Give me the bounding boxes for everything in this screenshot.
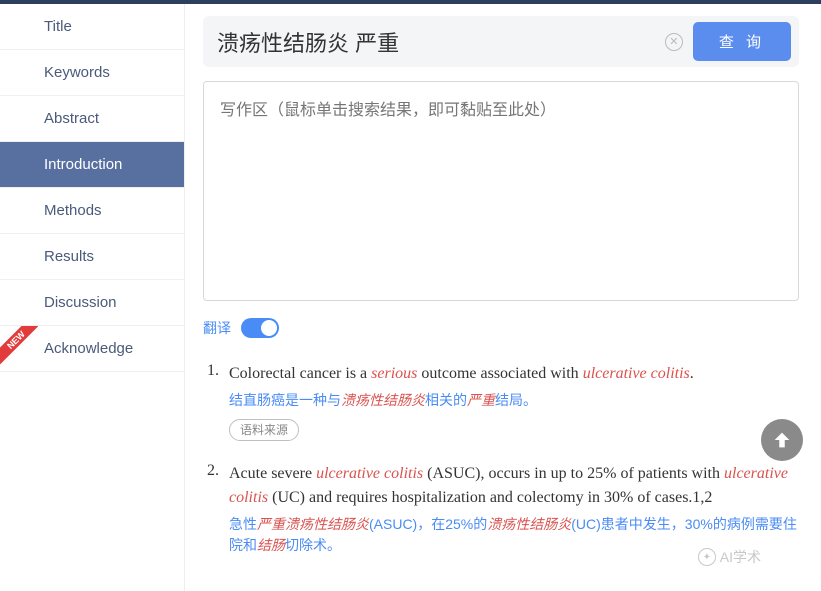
result-english: Acute severe ulcerative colitis (ASUC), … xyxy=(229,462,799,510)
sidebar-item-keywords[interactable]: Keywords xyxy=(0,50,184,96)
result-body: Colorectal cancer is a serious outcome a… xyxy=(229,362,799,442)
sidebar: Title Keywords Abstract Introduction Met… xyxy=(0,4,185,591)
query-button[interactable]: 查 询 xyxy=(693,22,791,61)
arrow-up-icon xyxy=(771,429,793,451)
sidebar-item-title[interactable]: Title xyxy=(0,4,184,50)
results-list: 1.Colorectal cancer is a serious outcome… xyxy=(203,362,799,556)
main-panel: ✕ 查 询 翻译 1.Colorectal cancer is a seriou… xyxy=(185,4,821,591)
sidebar-item-introduction[interactable]: Introduction xyxy=(0,142,184,188)
clear-icon[interactable]: ✕ xyxy=(665,33,683,51)
result-translation: 急性严重溃疡性结肠炎(ASUC)，在25%的溃疡性结肠炎(UC)患者中发生，30… xyxy=(229,514,799,556)
result-item[interactable]: 2.Acute severe ulcerative colitis (ASUC)… xyxy=(203,462,799,556)
result-translation: 结直肠癌是一种与溃疡性结肠炎相关的严重结局。 xyxy=(229,390,799,411)
translate-label: 翻译 xyxy=(203,318,231,338)
scroll-top-button[interactable] xyxy=(761,419,803,461)
sidebar-item-acknowledge[interactable]: Acknowledge xyxy=(0,326,184,372)
translate-toggle[interactable] xyxy=(241,318,279,338)
search-input[interactable] xyxy=(217,29,655,55)
result-body: Acute severe ulcerative colitis (ASUC), … xyxy=(229,462,799,556)
search-row: ✕ 查 询 xyxy=(203,16,799,67)
translate-row: 翻译 xyxy=(203,318,799,338)
result-number: 1. xyxy=(203,362,229,442)
result-number: 2. xyxy=(203,462,229,556)
sidebar-item-abstract[interactable]: Abstract xyxy=(0,96,184,142)
result-item[interactable]: 1.Colorectal cancer is a serious outcome… xyxy=(203,362,799,442)
sidebar-item-discussion[interactable]: Discussion xyxy=(0,280,184,326)
result-english: Colorectal cancer is a serious outcome a… xyxy=(229,362,799,386)
source-button[interactable]: 语料来源 xyxy=(229,419,299,441)
container: Title Keywords Abstract Introduction Met… xyxy=(0,4,821,591)
sidebar-item-methods[interactable]: Methods xyxy=(0,188,184,234)
sidebar-item-results[interactable]: Results xyxy=(0,234,184,280)
write-area[interactable] xyxy=(203,81,799,301)
